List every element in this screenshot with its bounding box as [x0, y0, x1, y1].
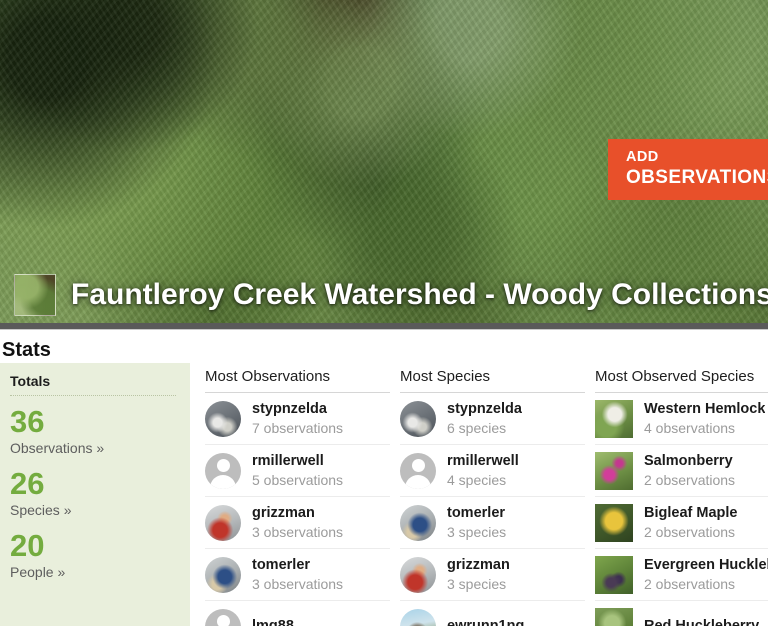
list-item[interactable]: Red Huckleberry [595, 601, 768, 626]
avatar [205, 504, 241, 541]
column-header-most-species: Most Species [400, 363, 585, 393]
list-item[interactable]: Western Hemlock 4 observations [595, 393, 768, 445]
totals-panel: Totals 36 Observations » 26 Species » 20… [0, 363, 190, 626]
list-item-name: stypnzelda [252, 400, 327, 417]
species-thumbnail [595, 451, 633, 490]
project-hero: ADD OBSERVATIONS Fauntleroy Creek Waters… [0, 0, 768, 330]
column-most-observed-species: Most Observed Species Western Hemlock 4 … [595, 363, 768, 626]
list-item[interactable]: Evergreen Huckleberry 2 observations [595, 549, 768, 601]
avatar [400, 504, 436, 541]
avatar [400, 452, 436, 489]
list-item[interactable]: stypnzelda 6 species [400, 393, 585, 445]
list-item-name: grizzman [252, 504, 315, 521]
total-people-link[interactable]: People » [10, 562, 176, 582]
list-item[interactable]: grizzman 3 species [400, 549, 585, 601]
column-most-observations: Most Observations stypnzelda 7 observati… [205, 363, 400, 626]
list-item[interactable]: rmillerwell 5 observations [205, 445, 390, 497]
species-thumbnail [595, 399, 633, 438]
total-species-number: 26 [10, 466, 45, 501]
list-item-name: tomerler [447, 504, 506, 521]
list-item[interactable]: tomerler 3 observations [205, 549, 390, 601]
add-observations-line1: ADD [626, 149, 659, 165]
list-item-count: 2 observations [644, 575, 736, 592]
list-item-name: grizzman [447, 556, 510, 573]
list-item-count: 5 observations [252, 471, 344, 488]
column-most-species: Most Species stypnzelda 6 species rmille… [400, 363, 595, 626]
species-thumbnail [595, 607, 633, 626]
total-people-number: 20 [10, 528, 45, 563]
list-item-count: 7 observations [252, 419, 344, 436]
list-item-count: 6 species [447, 419, 507, 436]
list-item-name: lmg88 [252, 618, 294, 626]
list-item[interactable]: grizzman 3 observations [205, 497, 390, 549]
avatar [205, 400, 241, 437]
total-observations-link[interactable]: Observations » [10, 438, 176, 458]
list-item-name: ewrunn1ng [447, 618, 525, 626]
total-observations-number: 36 [10, 404, 45, 439]
list-item-count: 3 species [447, 523, 507, 540]
list-item-count: 4 species [447, 471, 507, 488]
list-item-name: stypnzelda [447, 400, 522, 417]
stats-heading: Stats [2, 339, 51, 361]
list-item-name: rmillerwell [447, 452, 519, 469]
avatar [400, 556, 436, 593]
avatar [205, 608, 241, 626]
list-item-name: Bigleaf Maple [644, 504, 738, 521]
list-item-name: Salmonberry [644, 452, 733, 469]
total-people: 20 People » [10, 520, 176, 582]
list-item-count: 3 observations [252, 523, 344, 540]
stats-columns: Most Observations stypnzelda 7 observati… [190, 363, 768, 626]
list-item-count: 3 observations [252, 575, 344, 592]
species-thumbnail [595, 555, 633, 594]
list-item[interactable]: tomerler 3 species [400, 497, 585, 549]
add-observations-line2: OBSERVATIONS [626, 167, 768, 188]
total-species: 26 Species » [10, 458, 176, 520]
column-header-most-observations: Most Observations [205, 363, 390, 393]
avatar [205, 556, 241, 593]
list-item[interactable]: Salmonberry 2 observations [595, 445, 768, 497]
species-thumbnail [595, 503, 633, 542]
list-item-name: tomerler [252, 556, 311, 573]
page-title: Fauntleroy Creek Watershed - Woody Colle… [71, 278, 768, 311]
list-item-count: 4 observations [644, 419, 736, 436]
avatar [400, 608, 436, 626]
list-item[interactable]: rmillerwell 4 species [400, 445, 585, 497]
list-item-count: 3 species [447, 575, 507, 592]
list-item[interactable]: stypnzelda 7 observations [205, 393, 390, 445]
hero-divider [0, 323, 768, 330]
list-item-count: 2 observations [644, 523, 736, 540]
list-item-name: Red Huckleberry [644, 618, 760, 626]
avatar [400, 400, 436, 437]
column-header-most-observed-species: Most Observed Species [595, 363, 768, 393]
stats-body: Totals 36 Observations » 26 Species » 20… [0, 363, 768, 626]
list-item-name: rmillerwell [252, 452, 324, 469]
avatar [205, 452, 241, 489]
total-observations: 36 Observations » [10, 396, 176, 458]
project-thumbnail-icon[interactable] [14, 274, 56, 316]
list-item[interactable]: ewrunn1ng [400, 601, 585, 626]
total-species-link[interactable]: Species » [10, 500, 176, 520]
list-item-count: 2 observations [644, 471, 736, 488]
add-observations-button[interactable]: ADD OBSERVATIONS [608, 139, 768, 200]
list-item[interactable]: Bigleaf Maple 2 observations [595, 497, 768, 549]
totals-title: Totals [10, 373, 176, 396]
list-item[interactable]: lmg88 [205, 601, 390, 626]
project-title-bar: Fauntleroy Creek Watershed - Woody Colle… [0, 268, 768, 322]
list-item-name: Evergreen Huckleberry [644, 556, 768, 573]
list-item-name: Western Hemlock [644, 400, 766, 417]
